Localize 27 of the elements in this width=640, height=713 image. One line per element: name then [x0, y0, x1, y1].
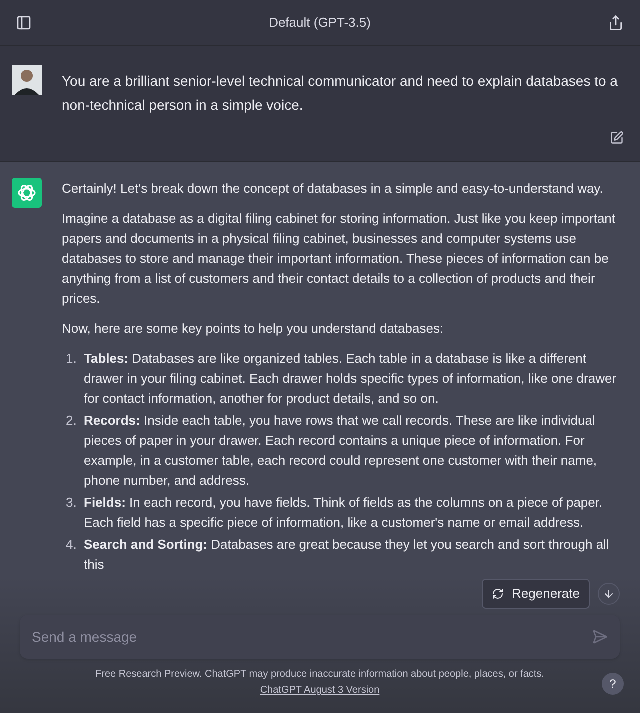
- list-number: 3.: [66, 494, 76, 512]
- list-item: Search and Sorting: Databases are great because they let you search and sort through all this: [84, 536, 610, 574]
- list-number: 2.: [66, 412, 76, 430]
- list-item: Records: Inside each table, you have rows that we call records. These are like individual pieces of paper in your drawer. Each record contains a unique piece of information. For example, in a customer table, each record could represent one customer with their name, phone number, and address.: [84, 412, 598, 490]
- disclaimer-text: Free Research Preview. ChatGPT may produce inaccurate information about people, places, or facts. ChatGPT August 3 Version: [94, 668, 546, 698]
- share-icon[interactable]: [608, 14, 624, 30]
- version-link[interactable]: ChatGPT August 3 Version: [260, 685, 380, 696]
- edit-icon[interactable]: [610, 131, 624, 145]
- refresh-icon: [492, 588, 504, 600]
- list-item: Tables: Databases are like organized tables. Each table in a database is like a different drawer in your filing cabinet. Each drawer holds specific types of information, like one drawer for contact information, another for product details, and so on.: [84, 350, 618, 408]
- help-button[interactable]: ?: [602, 673, 624, 695]
- model-title: Default (GPT-3.5): [269, 14, 371, 32]
- message-text-input[interactable]: Send a message: [32, 626, 592, 648]
- list-number: 4.: [66, 536, 76, 554]
- user-message: You are a brilliant senior-level technical communicator and need to explain databases to a non-technical person in a simple voice.: [62, 72, 619, 115]
- response-paragraph: Now, here are some key points to help you understand databases:: [62, 320, 445, 338]
- response-paragraph: Certainly! Let's break down the concept of databases in a simple and easy-to-understand way.: [62, 180, 604, 198]
- message-input[interactable]: Send a message: [20, 615, 620, 659]
- list-number: 1.: [66, 350, 76, 368]
- sidebar-toggle-icon[interactable]: [16, 14, 32, 30]
- list-item: Fields: In each record, you have fields. Think of fields as the columns on a piece of paper. Each field has a specific piece of information, like a customer's name or email address.: [84, 494, 604, 532]
- regenerate-button[interactable]: Regenerate: [482, 579, 590, 609]
- user-avatar-icon: [12, 65, 42, 95]
- assistant-logo-icon: [12, 178, 42, 208]
- scroll-down-button[interactable]: [598, 583, 620, 605]
- arrow-down-icon: [603, 588, 615, 600]
- response-paragraph: Imagine a database as a digital filing cabinet for storing information. Just like you keep important papers and documents in a physical filing cabinet, businesses and computer systems use databases to store and manage their important information. These pieces of information can be anything from a list of customers and their contact details to a collection of products and their prices.: [62, 210, 617, 308]
